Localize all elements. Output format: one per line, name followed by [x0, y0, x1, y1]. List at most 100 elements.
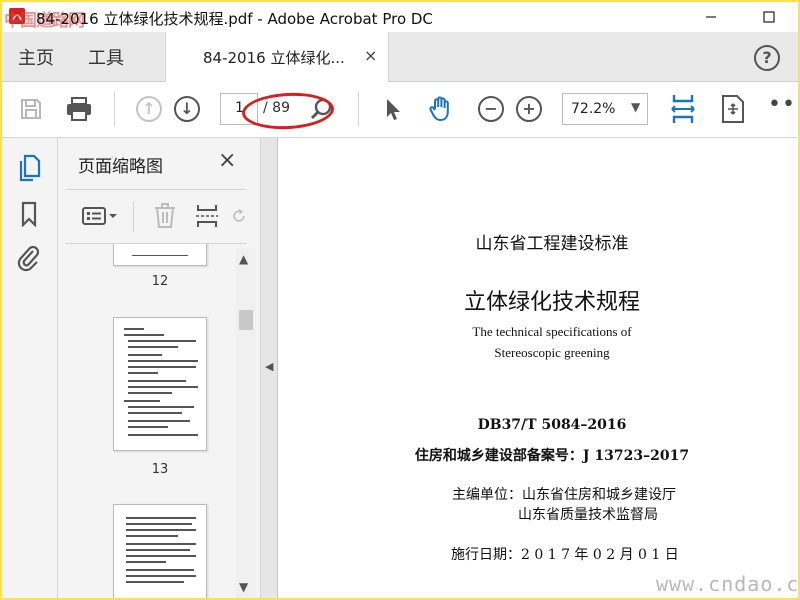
doc-effective-date: 施行日期：2 0 1 7 年 0 2 月 0 1 日 [451, 547, 679, 563]
panel-toolbar [58, 190, 260, 242]
tab-home[interactable]: 主页 [18, 44, 54, 70]
thumbnail-text-line [128, 366, 196, 368]
left-rail [2, 138, 58, 598]
thumbnail-text-line [126, 575, 196, 577]
acrobat-window: 中国道路网 84-2016 立体绿化技术规程.pdf - Adobe Acrob… [2, 2, 798, 598]
thumbnail-text-line [126, 549, 190, 551]
thumbnail-page-14[interactable] [113, 504, 207, 598]
tab-tools[interactable]: 工具 [88, 44, 124, 70]
save-button[interactable] [14, 92, 48, 126]
doc-english-title-line1: The technical specifications of [472, 324, 632, 339]
title-bar: 中国道路网 84-2016 立体绿化技术规程.pdf - Adobe Acrob… [2, 2, 798, 32]
doc-standard-code: DB37/T 5084–2016 [477, 417, 627, 433]
thumbnail-text-line [126, 529, 196, 531]
scrollbar-thumb[interactable] [239, 310, 253, 330]
zoom-select[interactable]: 72.2% ▼ [562, 93, 648, 125]
collapse-panel-arrow-icon[interactable]: ◀ [265, 360, 273, 373]
thumbnail-text-line [126, 523, 192, 525]
tab-bar: 主页 工具 84-2016 立体绿化... × ? [2, 32, 798, 82]
insert-page-icon [196, 205, 218, 227]
delete-pages-button[interactable] [150, 202, 180, 230]
zoom-out-icon: − [478, 96, 504, 122]
more-tools-button[interactable]: ••• [768, 94, 798, 116]
panel-title: 页面缩略图 [78, 157, 163, 177]
print-icon [67, 97, 91, 121]
hand-icon [429, 96, 449, 122]
thumbnail-text-line [128, 434, 198, 436]
arrow-up-circle-icon: ↑ [136, 96, 162, 122]
thumbnail-label: 12 [151, 274, 169, 289]
zoom-value: 72.2% [571, 101, 616, 117]
previous-page-button[interactable]: ↑ [132, 92, 166, 126]
thumbnail-label: 13 [151, 462, 169, 477]
thumbnail-text-line [128, 392, 172, 394]
thumbnail-text-line [128, 386, 198, 388]
thumbnail-text-line [128, 360, 198, 362]
thumbnail-text-line [128, 426, 168, 428]
rotate-pages-button[interactable] [230, 202, 248, 230]
thumbnail-page-12[interactable] [113, 244, 207, 266]
thumbnail-text-line [126, 555, 196, 557]
chevron-down-icon: ▼ [631, 100, 641, 114]
insert-pages-button[interactable] [192, 202, 222, 230]
thumbnail-text-line [128, 346, 178, 348]
thumbnail-list: 12 13 [58, 244, 238, 598]
toolbar-divider [114, 92, 115, 126]
doc-title: 立体绿化技术规程 [463, 290, 640, 315]
thumbnail-text-line [128, 412, 182, 414]
zoom-out-button[interactable]: − [474, 92, 508, 126]
save-icon [21, 99, 41, 119]
scroll-down-arrow-icon[interactable]: ▼ [239, 580, 248, 594]
page-thumbnails-button[interactable] [13, 152, 45, 184]
doc-header: 山东省工程建设标准 [475, 234, 629, 254]
scroll-up-arrow-icon[interactable]: ▲ [239, 252, 248, 266]
thumbnail-text-line [128, 354, 162, 356]
watermark-bottom-right: www.cndao.com [656, 572, 798, 596]
doc-editor-line2: 山东省质量技术监督局 [518, 507, 658, 523]
panel-toolbar-divider [133, 202, 134, 232]
fit-page-icon [722, 95, 744, 123]
arrow-down-circle-icon: ↓ [174, 96, 200, 122]
maximize-button[interactable] [746, 2, 792, 32]
select-tool-button[interactable] [376, 92, 410, 126]
fit-page-button[interactable] [716, 92, 750, 126]
minimize-icon [706, 16, 716, 18]
thumbnail-scrollbar[interactable]: ▲ ▼ [236, 248, 256, 598]
thumbnail-text-line [128, 380, 186, 382]
thumbnail-text-line [132, 255, 188, 256]
scroll-mode-icon [671, 95, 695, 123]
cursor-arrow-icon [387, 99, 400, 120]
document-tab-label: 84-2016 立体绿化... [203, 49, 345, 67]
rotate-icon [233, 209, 245, 222]
scroll-mode-button[interactable] [666, 92, 700, 126]
close-panel-button[interactable]: × [218, 148, 236, 173]
thumbnail-text-line [128, 372, 158, 374]
help-button[interactable]: ? [754, 45, 780, 71]
thumbnail-page-13[interactable] [113, 317, 207, 451]
print-button[interactable] [62, 92, 96, 126]
thumbnail-text-line [126, 569, 194, 571]
tab-document[interactable]: 84-2016 立体绿化... × [165, 32, 389, 82]
zoom-in-button[interactable]: + [512, 92, 546, 126]
hand-tool-button[interactable] [424, 92, 458, 126]
toolbar: ↑ ↓ 1 / 89 − + 72.2% ▼ •• [2, 82, 798, 138]
bookmarks-button[interactable] [13, 198, 45, 230]
panel-splitter[interactable]: ◀ [260, 138, 278, 598]
paperclip-icon [17, 245, 40, 272]
minimize-button[interactable] [688, 2, 734, 32]
thumbnail-text-line [124, 400, 160, 402]
thumbnail-text-line [128, 340, 196, 342]
attachments-button[interactable] [13, 242, 45, 274]
window-title: 84-2016 立体绿化技术规程.pdf - Adobe Acrobat Pro… [36, 10, 433, 28]
trash-icon [155, 203, 175, 228]
next-page-button[interactable]: ↓ [170, 92, 204, 126]
options-menu-icon [82, 207, 117, 225]
pages-icon [19, 154, 41, 182]
zoom-in-icon: + [516, 96, 542, 122]
thumbnail-text-line [128, 420, 190, 422]
close-tab-button[interactable]: × [364, 46, 377, 65]
thumbnail-options-button[interactable] [80, 202, 120, 230]
thumbnail-panel: 页面缩略图 × 12 13 ▲ ▼ [58, 138, 260, 598]
thumbnail-text-line [128, 406, 194, 408]
thumbnail-text-line [124, 334, 164, 336]
